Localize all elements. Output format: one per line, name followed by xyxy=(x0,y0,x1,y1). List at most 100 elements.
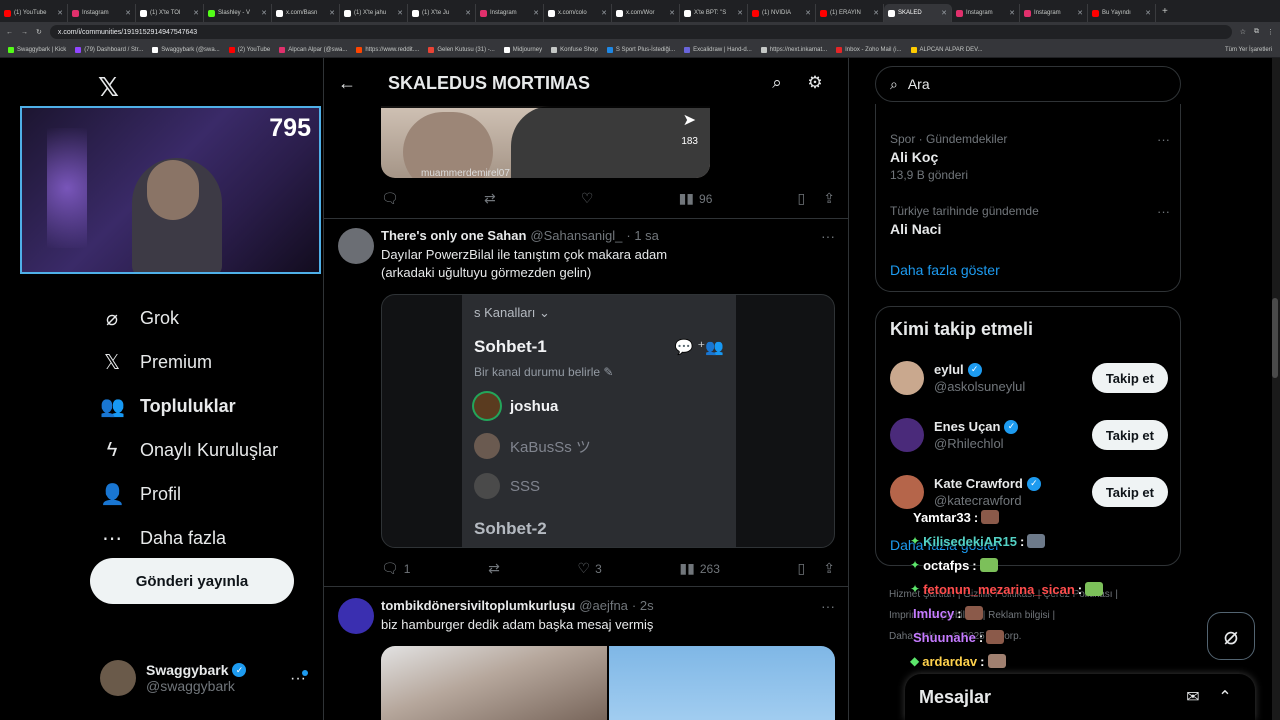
all-bookmarks-button[interactable]: Tüm Yer İşaretleri xyxy=(1225,47,1272,53)
post-button[interactable]: Gönderi yayınla xyxy=(90,558,294,604)
close-icon[interactable]: ✕ xyxy=(125,9,131,17)
grok-button[interactable]: ⌀ xyxy=(1207,612,1255,660)
close-icon[interactable]: ✕ xyxy=(329,9,335,17)
extensions-icon[interactable]: ⧉ xyxy=(1254,28,1259,36)
close-icon[interactable]: ✕ xyxy=(261,9,267,17)
browser-tab[interactable]: x.com/Basn ✕ xyxy=(272,4,340,22)
chevron-up-icon[interactable]: ⌃ xyxy=(1209,687,1241,707)
bookmark-item[interactable]: https://www.reddit.... xyxy=(356,46,419,53)
bookmark-item[interactable]: Alpcan Alpar (@swa... xyxy=(279,46,347,53)
reply-button[interactable]: 🗨 1 xyxy=(381,560,410,577)
post-handle[interactable]: @aejfna xyxy=(579,598,628,613)
avatar[interactable] xyxy=(890,475,924,509)
browser-tab[interactable]: x.com/colo ✕ xyxy=(544,4,612,22)
browser-tab[interactable]: Bu Yayındı ✕ xyxy=(1088,4,1156,22)
post-author[interactable]: There's only one Sahan xyxy=(381,228,526,243)
browser-tab[interactable]: Slashley - V ✕ xyxy=(204,4,272,22)
new-tab-icon[interactable]: + xyxy=(1156,6,1174,17)
post-media-discord[interactable]: s Kanalları ⌄ Sohbet-1 💬 ⁺👥 Bir kanal du… xyxy=(381,294,835,548)
post-author[interactable]: tombikdönersiviltoplumkurluşu xyxy=(381,598,575,613)
browser-tab[interactable]: (1) X'te Ju ✕ xyxy=(408,4,476,22)
scrollbar[interactable] xyxy=(1272,58,1280,720)
x-logo-icon[interactable]: 𝕏 xyxy=(98,72,119,103)
bookmark-item[interactable]: Gelen Kutusu (31) -... xyxy=(428,46,495,53)
nav-item-grok[interactable]: ⌀ Grok xyxy=(100,296,278,340)
browser-tab[interactable]: SKALED ✕ xyxy=(884,4,952,22)
nav-item-premium[interactable]: 𝕏 Premium xyxy=(100,340,278,384)
share-icon[interactable]: ⇪ xyxy=(823,190,835,207)
views-button[interactable]: ▮▮ 96 xyxy=(679,190,713,207)
bookmark-item[interactable]: Swaggybark (@swa... xyxy=(152,46,220,53)
scrollbar-thumb[interactable] xyxy=(1272,298,1278,378)
star-icon[interactable]: ☆ xyxy=(1240,28,1246,36)
repost-button[interactable]: ⇄ xyxy=(488,560,500,577)
trend-item[interactable]: Türkiye tarihinde gündemde Ali Naci ··· xyxy=(890,204,1170,237)
post-media[interactable]: ➤ 183 muammerdemirel07 xyxy=(381,106,710,178)
more-dots-icon[interactable]: ··· xyxy=(1157,132,1170,147)
who-to-follow-item[interactable]: eylul ✓ @askolsuneylul Takip et xyxy=(890,353,1168,403)
close-icon[interactable]: ✕ xyxy=(941,9,947,17)
views-button[interactable]: ▮▮ 263 xyxy=(679,560,719,577)
browser-tab[interactable]: (1) X'te jahu ✕ xyxy=(340,4,408,22)
follow-button[interactable]: Takip et xyxy=(1091,420,1168,450)
avatar[interactable] xyxy=(890,418,924,452)
address-bar[interactable]: x.com/i/communities/1919152914947547643 xyxy=(49,25,1232,39)
post-time[interactable]: · 2s xyxy=(632,598,654,613)
like-button[interactable]: ♡ xyxy=(581,190,594,207)
nav-item-topluluklar[interactable]: 👥 Topluluklar xyxy=(100,384,278,428)
close-icon[interactable]: ✕ xyxy=(1145,9,1151,17)
browser-tab[interactable]: (1) NVIDIA ✕ xyxy=(748,4,816,22)
close-icon[interactable]: ✕ xyxy=(465,9,471,17)
bookmark-item[interactable]: (2) YouTube xyxy=(228,46,270,53)
follow-button[interactable]: Takip et xyxy=(1091,363,1168,393)
post-tombik[interactable]: tombikdönersiviltoplumkurluşu @aejfna · … xyxy=(338,598,838,642)
share-icon[interactable]: ⇪ xyxy=(823,560,835,577)
avatar[interactable] xyxy=(890,361,924,395)
bookmark-item[interactable]: Inbox - Zoho Mail (i... xyxy=(836,46,902,53)
bookmark-item[interactable]: Swaggybark | Kick xyxy=(8,46,66,53)
account-switcher[interactable]: Swaggybark ✓ @swaggybark xyxy=(100,660,247,696)
gear-icon[interactable]: ⚙ xyxy=(796,73,834,93)
nav-item-profil[interactable]: 👤 Profil xyxy=(100,472,278,516)
trend-item[interactable]: Spor · Gündemdekiler Ali Koç 13,9 B gönd… xyxy=(890,132,1170,182)
browser-tab[interactable]: Instagram ✕ xyxy=(476,4,544,22)
search-icon[interactable]: ⌕ xyxy=(758,73,796,93)
bookmark-item[interactable]: Excalidraw | Hand-d... xyxy=(684,46,752,53)
avatar[interactable] xyxy=(338,598,374,634)
bookmark-item[interactable]: https://next.inkarnat... xyxy=(760,46,827,53)
close-icon[interactable]: ✕ xyxy=(1009,9,1015,17)
search-input[interactable]: ⌕ Ara xyxy=(875,66,1181,102)
close-icon[interactable]: ✕ xyxy=(805,9,811,17)
like-button[interactable]: ♡ 3 xyxy=(578,560,602,577)
bookmark-item[interactable]: ALPCAN ALPAR DEV... xyxy=(910,46,983,53)
close-icon[interactable]: ✕ xyxy=(57,9,63,17)
post-handle[interactable]: @Sahansanigl_ xyxy=(530,228,622,243)
close-icon[interactable]: ✕ xyxy=(669,9,675,17)
close-icon[interactable]: ✕ xyxy=(873,9,879,17)
post-sahan[interactable]: There's only one Sahan @Sahansanigl_ · 1… xyxy=(338,228,838,288)
repost-button[interactable]: ⇄ xyxy=(484,190,496,207)
new-message-icon[interactable]: ✉ xyxy=(1177,687,1209,707)
close-icon[interactable]: ✕ xyxy=(1077,9,1083,17)
browser-tab[interactable]: X'te BPT: "S ✕ xyxy=(680,4,748,22)
more-dots-icon[interactable]: ··· xyxy=(821,228,835,244)
back-icon[interactable]: ← xyxy=(6,29,13,36)
close-icon[interactable]: ✕ xyxy=(193,9,199,17)
post-time[interactable]: · 1 sa xyxy=(626,228,659,243)
avatar[interactable] xyxy=(338,228,374,264)
browser-tab[interactable]: (1) X'te TOI ✕ xyxy=(136,4,204,22)
menu-icon[interactable]: ⋮ xyxy=(1267,28,1274,36)
more-dots-icon[interactable]: ··· xyxy=(1157,204,1170,219)
browser-tab[interactable]: (1) YouTube ✕ xyxy=(0,4,68,22)
reload-icon[interactable]: ↻ xyxy=(36,28,42,36)
bookmark-item[interactable]: S Sport Plus-İstediği... xyxy=(606,46,675,53)
bookmark-item[interactable]: Konfuse Shop xyxy=(551,46,598,53)
browser-tab[interactable]: x.com/Wor ✕ xyxy=(612,4,680,22)
reply-button[interactable]: 🗨 xyxy=(381,190,399,207)
bookmark-icon[interactable]: ▯ xyxy=(798,560,806,577)
bookmark-item[interactable]: (79) Dashboard / Str... xyxy=(75,46,143,53)
bookmark-item[interactable]: Midjourney xyxy=(503,46,542,53)
follow-button[interactable]: Takip et xyxy=(1091,477,1168,507)
browser-tab[interactable]: (1) ERAYIN ✕ xyxy=(816,4,884,22)
close-icon[interactable]: ✕ xyxy=(533,9,539,17)
